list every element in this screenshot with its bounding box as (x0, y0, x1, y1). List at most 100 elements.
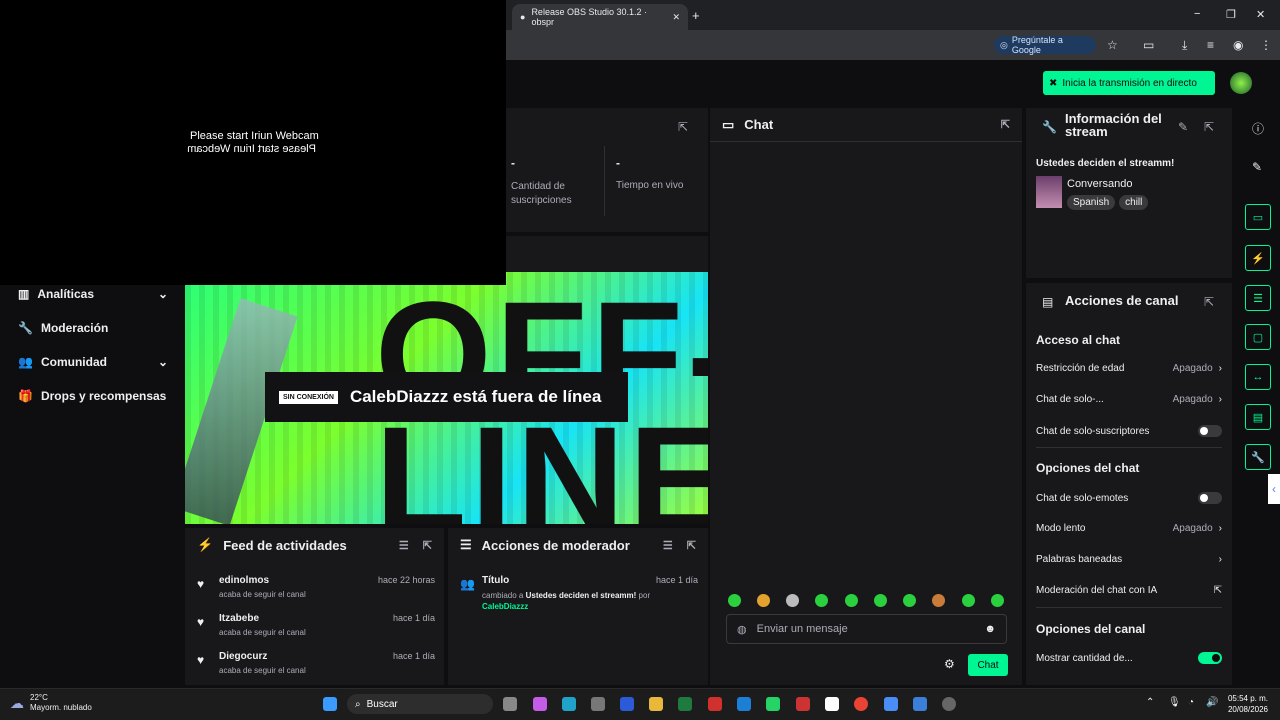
emoji-icon[interactable]: ☻ (984, 623, 996, 635)
panel-title: Información del stream (1065, 111, 1162, 139)
go-live-button[interactable]: ✖ Inicia la transmisión en directo (1043, 71, 1215, 95)
weather-widget[interactable]: ☁ 22°C Mayorm. nublado (10, 693, 92, 713)
offline-message: CalebDiazzz está fuera de línea (349, 387, 602, 406)
emote-only-toggle[interactable] (1198, 492, 1222, 504)
app-icon[interactable] (796, 697, 810, 711)
app-icon[interactable] (737, 697, 751, 711)
banned-words-row[interactable]: Palabras baneadas › (1036, 554, 1222, 565)
row-label: Mostrar cantidad de... (1036, 652, 1133, 664)
excel-icon[interactable] (678, 697, 692, 711)
emote[interactable] (845, 594, 858, 607)
taskbar-search[interactable]: ⌕ Buscar (347, 694, 493, 714)
quick-action-button[interactable]: ▤ (1245, 404, 1271, 430)
notepad-icon[interactable] (884, 697, 898, 711)
emote[interactable] (903, 594, 916, 607)
server-icon: ▤ (1042, 295, 1054, 309)
sidebar-item-drops[interactable]: 🎁 Drops y recompensas (18, 389, 168, 403)
emote[interactable] (874, 594, 887, 607)
sidebar-item-moderation[interactable]: 🔧 Moderación (18, 321, 168, 335)
mod-actions-panel: ☰ Acciones de moderador ☰ ⇱ 👥 Título hace… (448, 528, 708, 685)
task-view-icon[interactable] (503, 697, 517, 711)
chrome-icon[interactable] (854, 697, 868, 711)
follower-name[interactable]: Itzabebe (219, 613, 259, 624)
minimize-button[interactable]: − (1194, 8, 1200, 20)
chat-input[interactable]: ◍ Enviar un mensaje ☻ (726, 614, 1007, 644)
ask-google-button[interactable]: ◎ Pregúntale a Google (994, 35, 1096, 55)
cast-icon[interactable]: ▭ (1143, 38, 1154, 52)
quick-action-button[interactable]: ▢ (1245, 324, 1271, 350)
word-icon[interactable] (620, 697, 634, 711)
moderator-name[interactable]: CalebDiazzz (482, 602, 528, 611)
chevron-left-icon[interactable]: ‹ (1268, 474, 1280, 504)
app-icon[interactable] (913, 697, 927, 711)
emote[interactable] (991, 594, 1004, 607)
windows-start-icon[interactable] (323, 697, 337, 711)
wifi-icon[interactable]: ◔ (1188, 697, 1194, 708)
pencil-icon[interactable]: ✎ (1178, 120, 1188, 134)
chat-send-button[interactable]: Chat (968, 654, 1008, 676)
quick-action-button[interactable]: 🔧 (1245, 444, 1271, 470)
new-tab-button[interactable]: + (692, 8, 700, 23)
star-icon[interactable]: ☆ (1107, 38, 1118, 52)
queue-icon[interactable]: ≡ (1207, 38, 1214, 52)
emote[interactable] (757, 594, 770, 607)
popout-icon[interactable]: ⇱ (1204, 120, 1214, 134)
pencil-icon[interactable]: ✎ (1252, 160, 1262, 174)
popout-icon[interactable]: ⇱ (1204, 295, 1214, 309)
emote[interactable] (932, 594, 945, 607)
age-restriction-row[interactable]: Restricción de edad Apagado › (1036, 363, 1222, 374)
followers-only-row[interactable]: Chat de solo-... Apagado › (1036, 394, 1222, 405)
pdf-icon[interactable] (708, 697, 722, 711)
profile-icon[interactable]: ◉ (1233, 38, 1243, 52)
close-window-button[interactable]: ✕ (1256, 8, 1265, 21)
clock[interactable]: 05:54 p. m. 20/08/2026 (1228, 693, 1268, 715)
emote[interactable] (728, 594, 741, 607)
maximize-button[interactable]: ❐ (1226, 8, 1236, 21)
whatsapp-icon[interactable] (766, 697, 780, 711)
store-icon[interactable] (591, 697, 605, 711)
quick-action-button[interactable]: ☰ (1245, 285, 1271, 311)
popout-icon[interactable]: ⇱ (423, 539, 432, 552)
follower-name[interactable]: edinolmos (219, 575, 269, 586)
panel-title: Acciones de canal (1065, 293, 1179, 308)
show-count-toggle[interactable] (1198, 652, 1222, 664)
mic-icon[interactable]: 🎙 (1168, 697, 1181, 708)
menu-icon[interactable]: ⋮ (1260, 38, 1272, 52)
ai-moderation-row[interactable]: Moderación del chat con IA ⇱ (1036, 585, 1222, 596)
download-icon[interactable]: ⤓ (1182, 38, 1187, 53)
popout-icon[interactable]: ⇱ (1001, 118, 1010, 131)
quick-action-button[interactable]: ⚡ (1245, 245, 1271, 271)
quick-action-button[interactable]: ↔ (1245, 364, 1271, 390)
panel-title: Feed de actividades (223, 537, 347, 553)
chevron-up-icon[interactable]: ⌃ (1146, 697, 1154, 708)
filter-icon[interactable]: ☰ (399, 539, 409, 552)
browser-tab[interactable]: ● Release OBS Studio 30.1.2 · obspr ✕ (512, 4, 688, 30)
emote[interactable] (786, 594, 799, 607)
volume-icon[interactable]: 🔊 (1206, 697, 1218, 708)
app-icon[interactable] (825, 697, 839, 711)
tag[interactable]: Spanish (1067, 195, 1116, 210)
slow-mode-row[interactable]: Modo lento Apagado › (1036, 523, 1222, 534)
popout-icon[interactable]: ⇱ (678, 120, 688, 134)
subs-only-toggle[interactable] (1198, 425, 1222, 437)
quick-action-button[interactable]: ▭ (1245, 204, 1271, 230)
copilot-icon[interactable] (533, 697, 547, 711)
filter-icon[interactable]: ☰ (663, 539, 673, 552)
tag[interactable]: chill (1119, 195, 1149, 210)
info-icon[interactable]: ⓘ (1252, 120, 1264, 137)
category-name[interactable]: Conversando (1067, 178, 1132, 190)
obs-icon[interactable] (942, 697, 956, 711)
emote[interactable] (815, 594, 828, 607)
sidebar-item-analytics[interactable]: ▥ Analíticas ⌄ (18, 287, 168, 301)
stat-subscriptions: - Cantidad de suscripciones (511, 156, 603, 208)
sidebar-item-community[interactable]: 👥 Comunidad ⌄ (18, 355, 168, 369)
gear-icon[interactable]: ⚙ (944, 657, 955, 671)
emote[interactable] (962, 594, 975, 607)
folder-icon[interactable] (649, 697, 663, 711)
shield-icon: ◍ (737, 623, 747, 636)
follower-name[interactable]: Diegocurz (219, 651, 267, 662)
avatar[interactable] (1230, 72, 1252, 94)
close-tab-icon[interactable]: ✕ (672, 12, 680, 23)
edge-icon[interactable] (562, 697, 576, 711)
popout-icon[interactable]: ⇱ (687, 539, 696, 552)
